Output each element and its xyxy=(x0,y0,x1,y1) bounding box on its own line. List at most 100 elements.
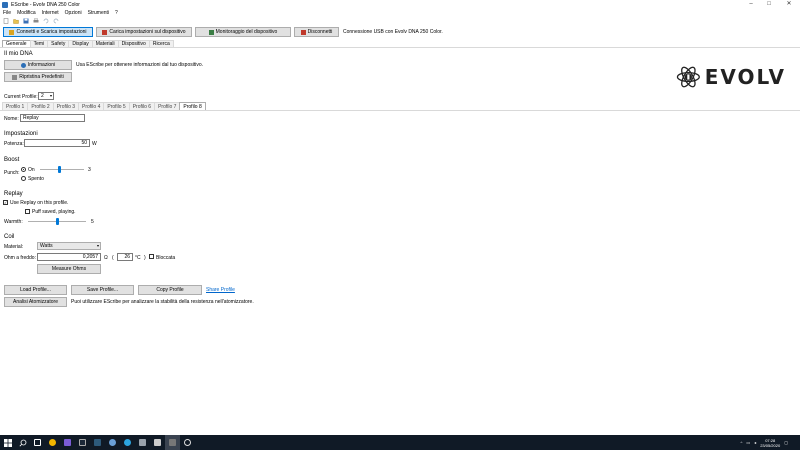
taskbar-chrome[interactable] xyxy=(45,435,60,450)
punch-slider-thumb[interactable] xyxy=(58,166,62,173)
connection-row: Connetti e Scarica impostazioni Carica i… xyxy=(0,26,800,38)
menu-edit[interactable]: Modifica xyxy=(14,10,39,16)
telegram-icon xyxy=(124,439,131,446)
taskbar-app-atom[interactable] xyxy=(180,435,195,450)
locked-checkbox[interactable] xyxy=(149,254,154,259)
atom-logo-icon xyxy=(676,66,700,88)
menu-file[interactable]: File xyxy=(0,10,14,16)
info-button[interactable]: Informazioni xyxy=(4,60,72,70)
taskbar-search[interactable] xyxy=(15,435,30,450)
upload-settings-button[interactable]: Carica impostazioni sul dispositivo xyxy=(96,27,192,37)
ohm-symbol: Ω xyxy=(104,255,108,261)
window-title: EScribe - Evolv DNA 250 Color xyxy=(11,1,80,8)
puff-saved-label: Puff saved, playing. xyxy=(32,209,76,215)
power-unit: W xyxy=(92,141,97,147)
cold-ohms-label: Ohm a freddo: xyxy=(4,255,36,261)
redo-icon[interactable] xyxy=(53,18,59,24)
windows-icon xyxy=(3,438,12,447)
toolbar xyxy=(0,17,800,25)
temp-close-paren: ) xyxy=(144,255,146,261)
punch-label: Punch: xyxy=(4,170,20,176)
measure-ohms-button[interactable]: Measure Ohms xyxy=(37,264,101,274)
taskbar-steam[interactable] xyxy=(75,435,90,450)
system-tray: ^ ▭ ◂ 07:28 23/05/2020 ▢ xyxy=(741,435,789,450)
escribe-icon xyxy=(169,439,176,446)
notifications-icon[interactable]: ▢ xyxy=(784,440,788,445)
use-replay-checkbox[interactable]: ✓ xyxy=(3,200,8,205)
purple-app-icon xyxy=(64,439,71,446)
punch-off-label: Spento xyxy=(28,176,44,182)
volume-icon[interactable]: ◂ xyxy=(754,440,756,445)
maximize-button[interactable]: □ xyxy=(762,0,776,9)
connect-download-button[interactable]: Connetti e Scarica impostazioni xyxy=(3,27,93,37)
punch-off-radio[interactable] xyxy=(21,176,26,181)
puff-saved-checkbox[interactable] xyxy=(25,209,30,214)
taskbar-app-gray[interactable] xyxy=(135,435,150,450)
dark-app-icon xyxy=(94,439,101,446)
network-icon[interactable]: ▭ xyxy=(746,440,750,445)
cold-ohms-input[interactable]: 0,2057 xyxy=(37,253,101,261)
settings-title: Impostazioni xyxy=(4,131,38,137)
monitor-app-icon xyxy=(154,439,161,446)
monitor-device-label: Monitoraggio del dispositivo xyxy=(215,29,278,35)
info-button-label: Informazioni xyxy=(27,62,56,68)
steam-icon xyxy=(79,439,86,446)
undo-icon[interactable] xyxy=(43,18,49,24)
punch-on-radio[interactable] xyxy=(21,167,26,172)
close-button[interactable]: ✕ xyxy=(782,0,796,9)
clock[interactable]: 07:28 23/05/2020 xyxy=(760,438,780,448)
taskbar-task-view[interactable] xyxy=(30,435,45,450)
taskbar-app-blue[interactable] xyxy=(105,435,120,450)
temp-open-paren: ( xyxy=(112,255,114,261)
reset-icon xyxy=(12,74,18,80)
material-select[interactable]: Watts ▾ xyxy=(37,242,101,250)
minimize-button[interactable]: – xyxy=(744,0,758,9)
copy-profile-button[interactable]: Copy Profile xyxy=(138,285,202,295)
load-profile-button[interactable]: Load Profile... xyxy=(4,285,67,295)
reset-defaults-button[interactable]: Ripristina Predefiniti xyxy=(4,72,72,82)
new-icon[interactable] xyxy=(3,18,9,24)
current-profile-label: Current Profile: xyxy=(4,94,38,100)
my-dna-title: Il mio DNA xyxy=(4,51,33,57)
current-profile-select[interactable]: 2 ▾ xyxy=(38,92,54,100)
analyze-description: Puoi utilizzare EScribe per analizzare l… xyxy=(71,299,254,305)
tray-chevron-icon[interactable]: ^ xyxy=(741,440,743,445)
save-profile-button[interactable]: Save Profile... xyxy=(71,285,134,295)
material-value: Watts xyxy=(40,243,53,249)
atom-app-icon xyxy=(184,439,191,446)
taskbar-app-monitor[interactable] xyxy=(150,435,165,450)
profile-name-input[interactable]: Replay xyxy=(20,114,85,122)
brand-text: EVOLV xyxy=(704,65,786,89)
taskbar-app-dark[interactable] xyxy=(90,435,105,450)
profile-name-label: Nome: xyxy=(4,116,19,122)
power-input[interactable]: 50 xyxy=(24,139,90,147)
connection-status: Connessione USB con Evolv DNA 250 Color. xyxy=(343,29,443,35)
taskbar-escribe[interactable] xyxy=(165,435,180,450)
start-button[interactable] xyxy=(0,435,15,450)
punch-on-label: On xyxy=(28,167,35,173)
taskbar-app-purple[interactable] xyxy=(60,435,75,450)
monitor-device-button[interactable]: Monitoraggio del dispositivo xyxy=(195,27,291,37)
reset-defaults-label: Ripristina Predefiniti xyxy=(19,74,64,80)
menu-help[interactable]: ? xyxy=(112,10,121,16)
replay-title: Replay xyxy=(4,191,23,197)
coil-title: Coil xyxy=(4,234,15,240)
menu-tools[interactable]: Strumenti xyxy=(85,10,112,16)
temp-unit: °C xyxy=(135,255,141,261)
print-icon[interactable] xyxy=(33,18,39,24)
upload-settings-label: Carica impostazioni sul dispositivo xyxy=(109,29,186,35)
disconnect-button[interactable]: Disconnetti xyxy=(294,27,339,37)
analyze-atomizer-button[interactable]: Analisi Atomizzatore xyxy=(4,297,67,307)
share-profile-link[interactable]: Share Profile xyxy=(206,287,235,293)
open-icon[interactable] xyxy=(13,18,19,24)
warmth-slider-thumb[interactable] xyxy=(55,218,59,225)
save-icon[interactable] xyxy=(23,18,29,24)
tabs-divider xyxy=(0,47,800,48)
menu-bar: File Modifica Internet Opzioni Strumenti… xyxy=(0,9,800,17)
menu-internet[interactable]: Internet xyxy=(39,10,62,16)
connect-download-label: Connetti e Scarica impostazioni xyxy=(16,29,87,35)
evolv-logo: EVOLV xyxy=(676,60,786,94)
cold-temp-input[interactable]: 26 xyxy=(117,253,133,261)
taskbar-telegram[interactable] xyxy=(120,435,135,450)
menu-options[interactable]: Opzioni xyxy=(62,10,85,16)
